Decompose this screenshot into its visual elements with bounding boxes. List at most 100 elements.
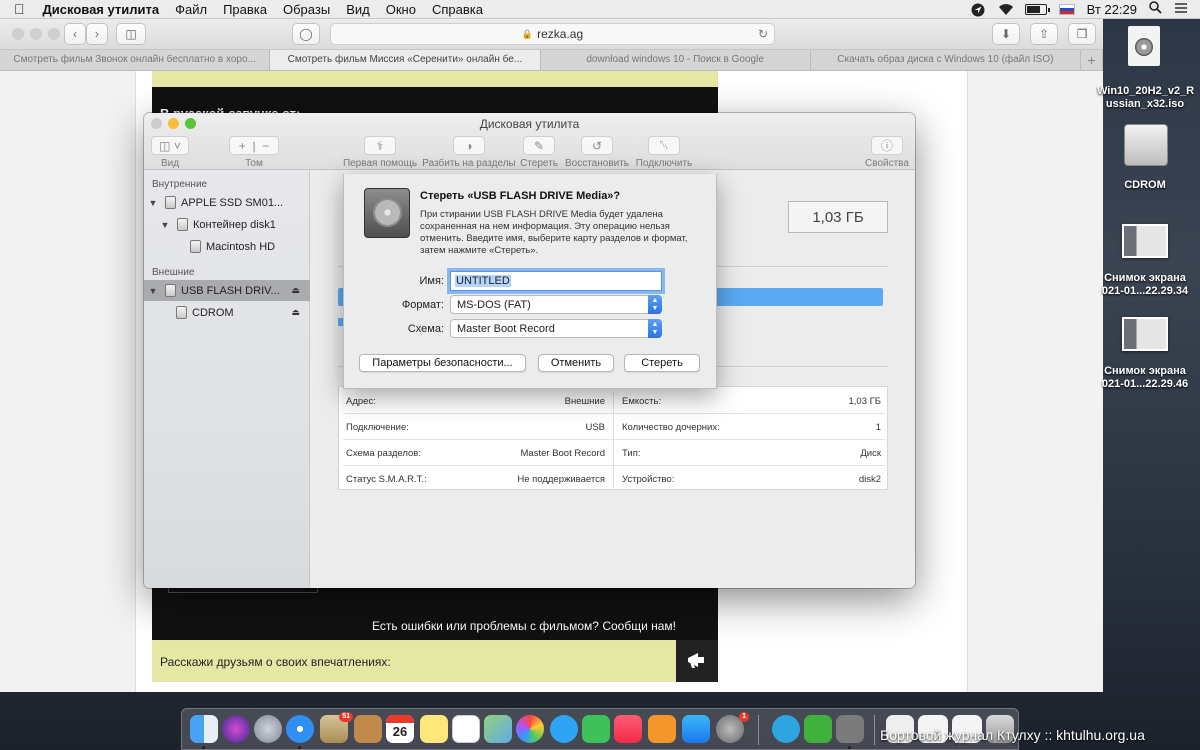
eject-icon[interactable]: ⏏ <box>291 307 300 318</box>
new-tab-button[interactable]: + <box>1081 50 1103 70</box>
photos-icon[interactable] <box>516 715 544 743</box>
info-smart-row: Статус S.M.A.R.T.: Не поддерживается <box>346 474 605 485</box>
restore-tool[interactable]: ↺ Восстановить <box>562 136 632 169</box>
report-link[interactable]: Есть ошибки или проблемы с фильмом? Сооб… <box>372 619 676 633</box>
scheme-popup-value: Master Boot Record <box>457 322 555 335</box>
info-value: USB <box>585 422 605 433</box>
close-window-button[interactable] <box>12 28 24 40</box>
messages-icon[interactable] <box>550 715 578 743</box>
app-store-icon[interactable] <box>682 715 710 743</box>
apple-menu-icon[interactable]:  <box>0 1 35 17</box>
dock-separator <box>874 715 875 745</box>
first-aid-tool[interactable]: ⚕ Первая помощь <box>342 136 418 169</box>
partition-tool[interactable]: ◑ Разбить на разделы <box>421 136 517 169</box>
share-button[interactable]: ⇧ <box>1030 23 1058 45</box>
first-aid-label: Первая помощь <box>342 158 418 169</box>
menu-app-name[interactable]: Дисковая утилита <box>35 2 168 17</box>
finder-icon[interactable] <box>190 715 218 743</box>
mail-badge: 51 <box>339 712 353 722</box>
name-field[interactable]: UNTITLED <box>450 271 662 291</box>
view-icon: ◫ ˅ <box>151 136 189 155</box>
menu-edit[interactable]: Правка <box>215 2 275 17</box>
disclosure-down-icon[interactable]: ▼ <box>147 198 159 208</box>
tabs-overview-button[interactable]: ❐ <box>1068 23 1096 45</box>
watermark-text: Бортовой журнал Ктулху :: khtulhu.org.ua <box>880 727 1145 743</box>
disclosure-down-icon[interactable]: ▼ <box>159 220 171 230</box>
menu-view[interactable]: Вид <box>338 2 378 17</box>
system-preferences-icon[interactable]: 1 <box>716 712 749 743</box>
sidebar-item-label: CDROM <box>192 306 234 319</box>
tab-google-search[interactable]: download windows 10 - Поиск в Google <box>541 50 811 70</box>
eraser-icon: ✎ <box>523 136 555 155</box>
erase-button[interactable]: Стереть <box>624 354 700 372</box>
input-source-flag-icon[interactable] <box>1058 3 1075 15</box>
menubar-clock[interactable]: Вт 22:29 <box>1087 2 1137 17</box>
usb-drive-icon <box>165 284 176 297</box>
zoom-window-button[interactable] <box>48 28 60 40</box>
format-popup[interactable]: MS-DOS (FAT) ▲ ▼ <box>450 295 662 314</box>
info-icon: ⓘ <box>871 136 903 155</box>
mail-icon[interactable]: 51 <box>320 712 353 743</box>
volume-tool-label: Том <box>245 158 263 169</box>
reload-icon[interactable]: ↻ <box>758 27 768 41</box>
reminders-icon[interactable] <box>452 715 480 743</box>
privacy-report-button[interactable]: ◯ <box>292 23 320 45</box>
partition-label: Разбить на разделы <box>422 158 516 169</box>
books-icon[interactable] <box>648 715 676 743</box>
mount-tool[interactable]: ␀ Подключить <box>633 136 695 169</box>
launchpad-icon[interactable] <box>254 715 282 743</box>
eject-icon[interactable]: ⏏ <box>291 285 300 296</box>
back-button[interactable]: ‹ <box>64 23 86 45</box>
notes-icon[interactable] <box>420 715 448 743</box>
megaphone-button[interactable] <box>676 640 718 682</box>
contacts-icon[interactable] <box>354 715 382 743</box>
siri-icon[interactable] <box>222 715 250 743</box>
erase-tool[interactable]: ✎ Стереть <box>518 136 560 169</box>
view-tool[interactable]: ◫ ˅ Вид <box>150 136 190 169</box>
tab-windows-iso[interactable]: Скачать образ диска с Windows 10 (файл I… <box>811 50 1081 70</box>
menu-images[interactable]: Образы <box>275 2 338 17</box>
wifi-icon[interactable] <box>998 3 1013 16</box>
erase-tool-label: Стереть <box>520 158 558 169</box>
hard-drive-icon <box>165 196 176 209</box>
sidebar-item-label: APPLE SSD SM01... <box>181 196 284 209</box>
disk-utility-icon[interactable] <box>836 715 864 743</box>
telegram-icon[interactable] <box>772 715 800 743</box>
battery-icon[interactable] <box>1024 3 1050 15</box>
spotlight-icon[interactable] <box>1149 1 1162 17</box>
menu-help[interactable]: Справка <box>424 2 491 17</box>
address-bar[interactable]: 🔒 rezka.ag ↻ <box>330 23 775 45</box>
downloads-button[interactable]: ⬇ <box>992 23 1020 45</box>
location-icon[interactable] <box>971 3 986 16</box>
scheme-popup[interactable]: Master Boot Record ▲ ▼ <box>450 319 662 338</box>
sidebar-item-apple-ssd[interactable]: ▼ APPLE SSD SM01... <box>144 192 310 213</box>
facetime-icon[interactable] <box>582 715 610 743</box>
cancel-button[interactable]: Отменить <box>538 354 614 372</box>
disclosure-down-icon[interactable]: ▼ <box>147 286 159 296</box>
menu-bar:  Дисковая утилита Файл Правка Образы Ви… <box>0 0 1200 19</box>
sidebar-item-cdrom[interactable]: CDROM ⏏ <box>144 302 310 323</box>
green-app-icon[interactable] <box>804 715 832 743</box>
sidebar-item-label: Контейнер disk1 <box>193 218 276 231</box>
mount-label: Подключить <box>635 158 693 169</box>
music-icon[interactable] <box>614 715 642 743</box>
menu-file[interactable]: Файл <box>167 2 215 17</box>
maps-icon[interactable] <box>484 715 512 743</box>
security-options-button[interactable]: Параметры безопасности... <box>359 354 526 372</box>
menu-window[interactable]: Окно <box>378 2 424 17</box>
yellow-strip <box>152 71 718 87</box>
tab-serenity[interactable]: Смотреть фильм Миссия «Серенити» онлайн … <box>270 50 541 70</box>
sidebar-item-macintosh-hd[interactable]: Macintosh HD <box>144 236 310 257</box>
calendar-icon[interactable]: 26 <box>386 715 414 743</box>
volume-tool[interactable]: + | − Том <box>229 136 279 169</box>
minimize-window-button[interactable] <box>30 28 42 40</box>
safari-icon[interactable] <box>286 715 314 743</box>
info-tool[interactable]: ⓘ Свойства <box>864 136 910 169</box>
tab-zvonok[interactable]: Смотреть фильм Звонок онлайн бесплатно в… <box>0 50 271 70</box>
sidebar-item-container-disk1[interactable]: ▼ Контейнер disk1 <box>144 214 310 235</box>
sidebar-toggle-button[interactable]: ◫ <box>116 23 146 45</box>
control-center-icon[interactable] <box>1174 2 1188 17</box>
screenshot-thumbnail-icon <box>1122 317 1168 351</box>
sidebar-item-usb-flash[interactable]: ▼ USB FLASH DRIV... ⏏ <box>144 280 310 301</box>
forward-button[interactable]: › <box>86 23 108 45</box>
